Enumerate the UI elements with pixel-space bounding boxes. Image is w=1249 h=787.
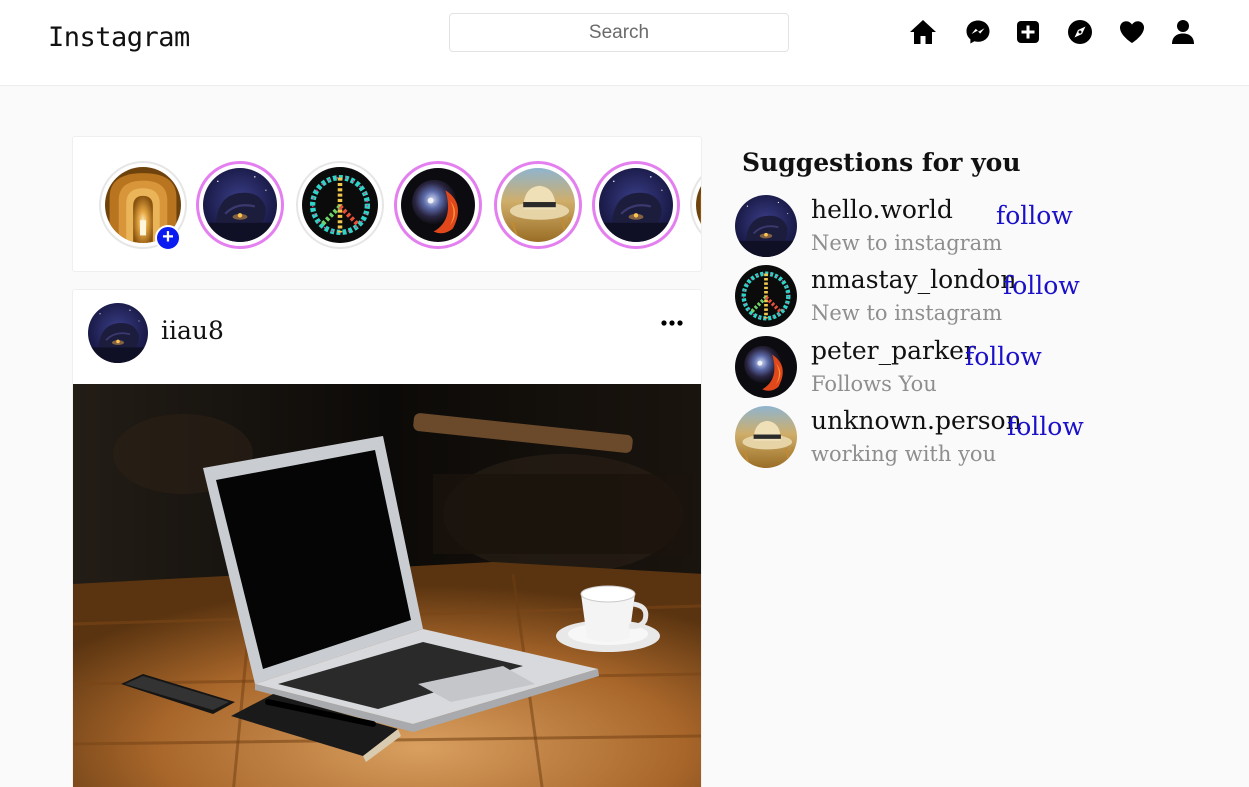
story-item[interactable] xyxy=(196,161,284,249)
suggestion-username[interactable]: hello.world xyxy=(811,195,953,224)
follow-button[interactable]: follow xyxy=(996,201,1073,230)
suggestion-item: unknown.person working with you follow xyxy=(735,406,1155,474)
top-navigation-bar: Instagram xyxy=(0,0,1249,86)
story-own[interactable]: + xyxy=(99,161,187,251)
follow-button[interactable]: follow xyxy=(1007,412,1084,441)
post-author-username[interactable]: iiau8 xyxy=(161,316,224,345)
story-image xyxy=(696,167,702,243)
search-input[interactable] xyxy=(449,13,789,52)
suggestion-subtitle: New to instagram xyxy=(811,231,1003,255)
story-item[interactable] xyxy=(494,161,582,249)
suggestion-subtitle: working with you xyxy=(811,442,997,466)
suggestion-username[interactable]: peter_parker xyxy=(811,336,976,365)
suggestion-item: nmastay_london New to instagram follow xyxy=(735,265,1155,333)
instagram-logo[interactable]: Instagram xyxy=(48,22,190,53)
suggestions-title: Suggestions for you xyxy=(742,148,1021,177)
add-story-badge[interactable]: + xyxy=(155,225,181,251)
suggestion-avatar[interactable] xyxy=(735,195,797,257)
messenger-icon[interactable] xyxy=(964,18,992,46)
home-icon[interactable] xyxy=(909,18,937,46)
suggestion-item: peter_parker Follows You follow xyxy=(735,336,1155,404)
explore-icon[interactable] xyxy=(1066,18,1094,46)
story-image xyxy=(501,168,575,242)
suggestion-avatar[interactable] xyxy=(735,336,797,398)
story-item[interactable] xyxy=(394,161,482,249)
story-item[interactable] xyxy=(690,161,702,249)
story-item[interactable] xyxy=(592,161,680,249)
suggestion-subtitle: New to instagram xyxy=(811,301,1003,325)
suggestion-avatar[interactable] xyxy=(735,265,797,327)
more-dots-icon[interactable] xyxy=(657,308,687,338)
activity-heart-icon[interactable] xyxy=(1118,18,1146,46)
suggestion-avatar[interactable] xyxy=(735,406,797,468)
post-photo[interactable] xyxy=(73,384,701,787)
post-author-avatar[interactable] xyxy=(88,303,148,363)
story-item[interactable] xyxy=(296,161,384,249)
suggestion-username[interactable]: unknown.person xyxy=(811,406,1022,435)
story-image xyxy=(599,168,673,242)
suggestion-subtitle: Follows You xyxy=(811,372,937,396)
suggestion-username[interactable]: nmastay_london xyxy=(811,265,1016,294)
story-image xyxy=(203,168,277,242)
follow-button[interactable]: follow xyxy=(1003,271,1080,300)
feed-post: iiau8 xyxy=(72,289,702,787)
follow-button[interactable]: follow xyxy=(965,342,1042,371)
suggestion-item: hello.world New to instagram follow xyxy=(735,195,1155,263)
story-image xyxy=(302,167,378,243)
profile-icon[interactable] xyxy=(1169,18,1197,46)
stories-tray: + xyxy=(72,136,702,272)
new-post-icon[interactable] xyxy=(1014,18,1042,46)
story-image xyxy=(401,168,475,242)
